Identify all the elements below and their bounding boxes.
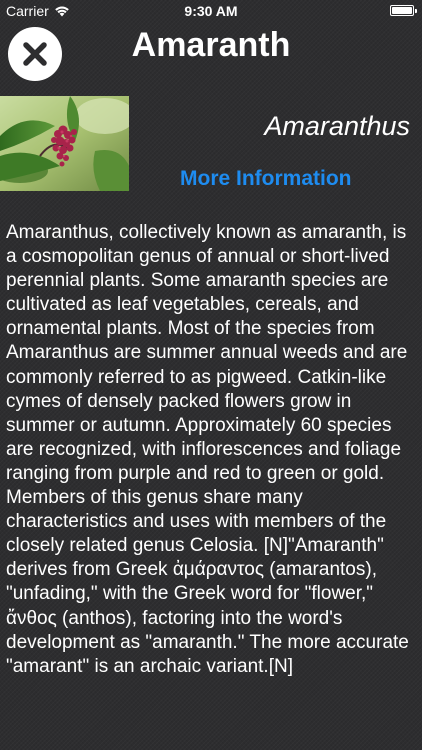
close-x-icon — [23, 42, 47, 66]
status-time: 9:30 AM — [184, 3, 238, 19]
amaranth-flower-photo — [0, 96, 129, 191]
more-information-link[interactable]: More Information — [180, 167, 352, 191]
page-title: Amaranth — [131, 26, 291, 64]
close-button[interactable] — [8, 27, 62, 81]
battery-level — [392, 7, 412, 14]
plant-description: Amaranthus, collectively known as amaran… — [6, 222, 409, 677]
battery-icon — [390, 5, 417, 16]
status-bar: Carrier 9:30 AM — [0, 0, 422, 22]
scientific-name: Amaranthus — [264, 111, 410, 141]
